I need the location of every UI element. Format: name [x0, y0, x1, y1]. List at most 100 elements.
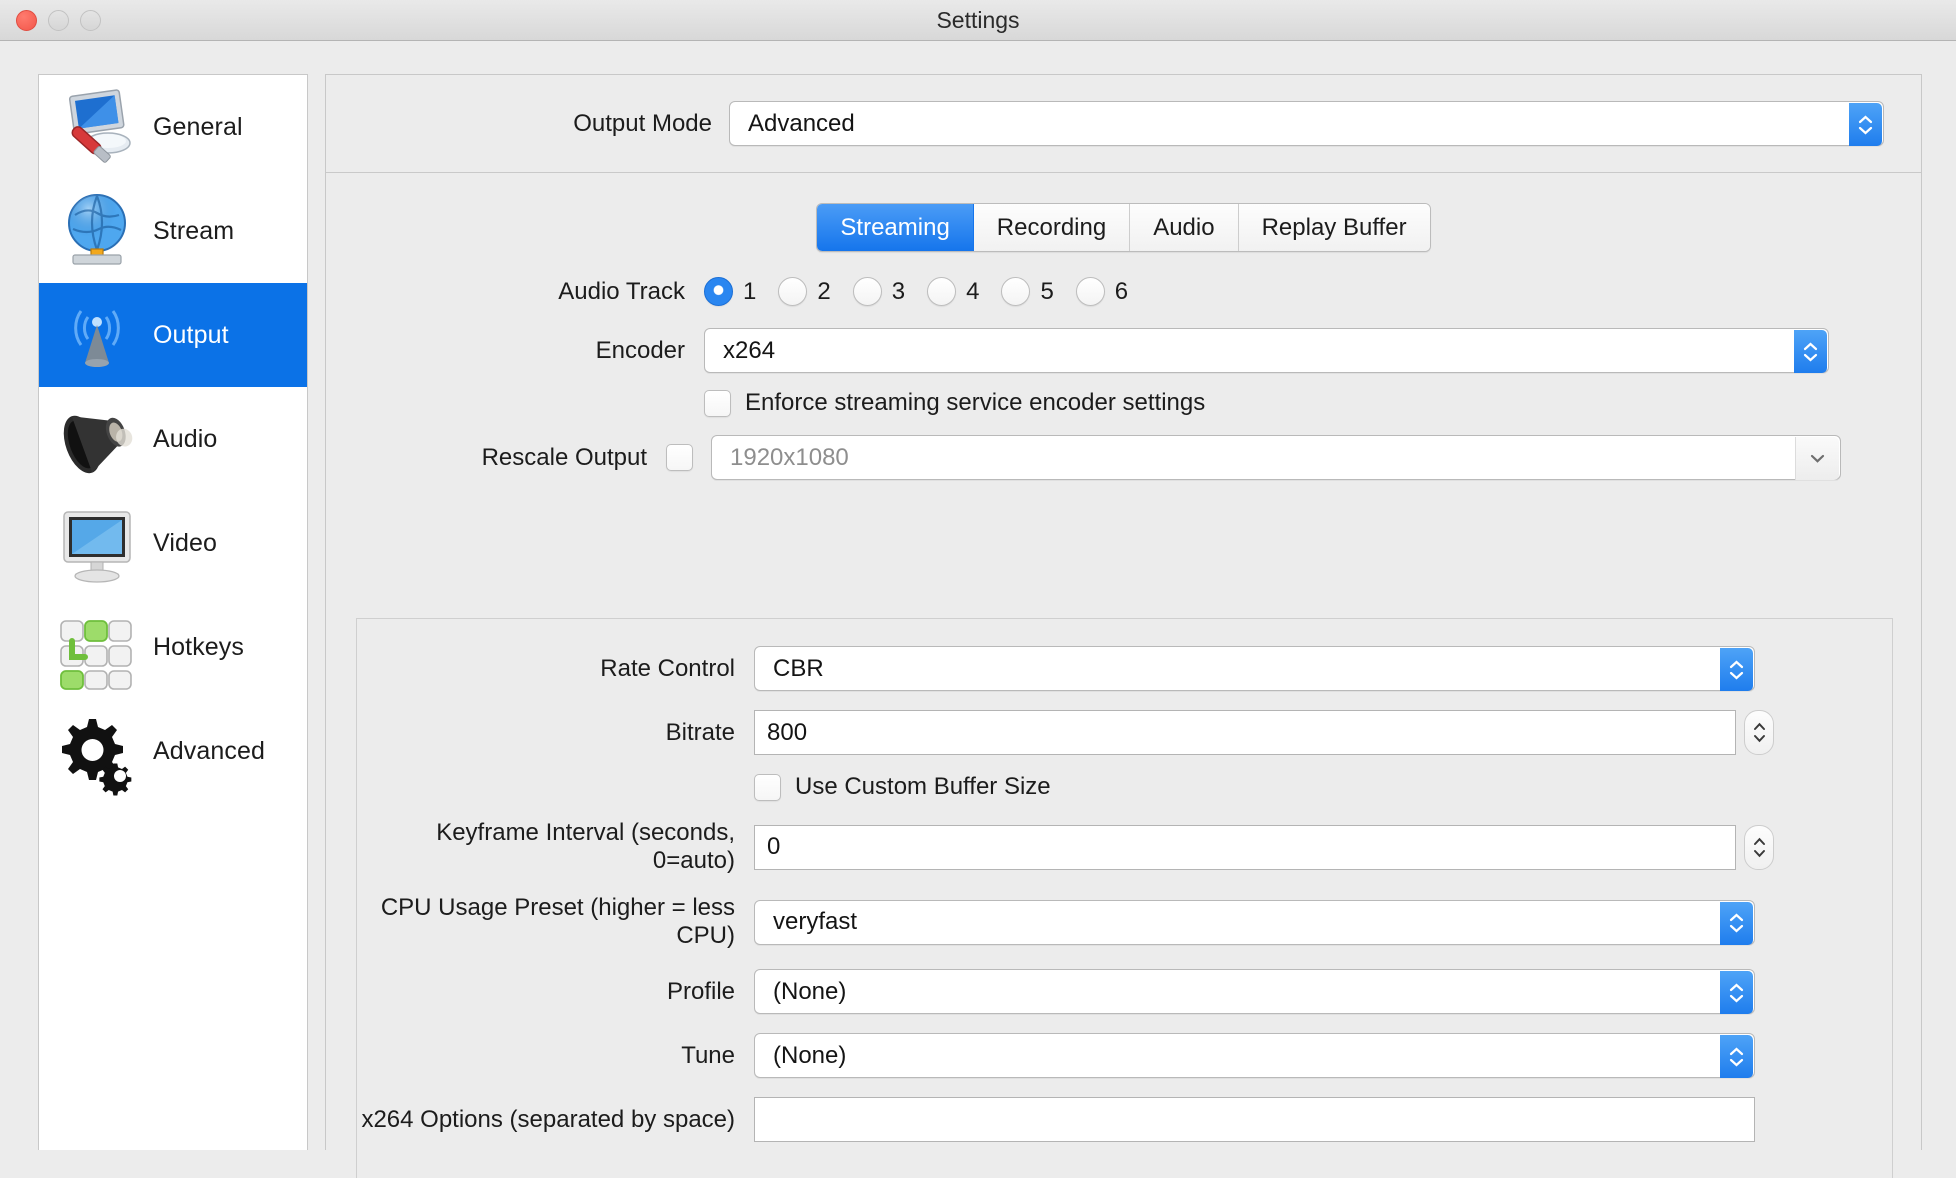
video-icon	[51, 497, 143, 589]
rescale-output-checkbox[interactable]	[666, 444, 693, 471]
rescale-output-value: 1920x1080	[730, 443, 849, 471]
keyframe-interval-label: Keyframe Interval (seconds, 0=auto)	[436, 819, 735, 874]
encoder-value: x264	[723, 336, 776, 364]
audio-track-radio-group: 1 2 3 4 5 6	[704, 277, 1150, 306]
keyframe-interval-input[interactable]: 0	[754, 824, 1736, 870]
sidebar-item-stream[interactable]: Stream	[39, 179, 307, 283]
profile-value: (None)	[773, 977, 847, 1005]
enforce-checkbox[interactable]	[704, 389, 731, 417]
sidebar-item-hotkeys[interactable]: Hotkeys	[39, 595, 307, 699]
cpu-preset-row: CPU Usage Preset (higher = less CPU) ver…	[357, 894, 1892, 950]
audio-track-label: Audio Track	[558, 277, 685, 305]
output-mode-row: Output Mode Advanced	[326, 75, 1921, 173]
sidebar-item-label-video: Video	[153, 528, 217, 557]
stream-icon	[51, 185, 143, 277]
rescale-output-select[interactable]: 1920x1080	[711, 435, 1841, 480]
sidebar-item-label-general: General	[153, 112, 243, 141]
sidebar-item-video[interactable]: Video	[39, 491, 307, 595]
x264-options-input[interactable]	[754, 1097, 1755, 1142]
audio-track-option-3-label: 3	[891, 277, 906, 305]
tune-select[interactable]: (None)	[754, 1033, 1755, 1078]
radio-icon[interactable]	[927, 277, 957, 306]
x264-options-row: x264 Options (separated by space)	[357, 1097, 1892, 1142]
keyframe-interval-value: 0	[767, 833, 781, 860]
tune-value: (None)	[773, 1041, 847, 1069]
encoder-label: Encoder	[595, 336, 685, 364]
sidebar-item-output[interactable]: Output	[39, 283, 307, 387]
general-icon	[51, 81, 143, 173]
radio-icon[interactable]	[778, 277, 808, 306]
tab-replay-buffer[interactable]: Replay Buffer	[1238, 204, 1430, 251]
sidebar-item-audio[interactable]: Audio	[39, 387, 307, 491]
output-tabbar: Streaming Recording Audio Replay Buffer	[326, 203, 1921, 252]
custom-buffer-checkbox[interactable]	[754, 773, 781, 801]
bitrate-value: 800	[767, 718, 808, 746]
output-mode-select[interactable]: Advanced	[729, 101, 1884, 146]
profile-select[interactable]: (None)	[754, 969, 1755, 1014]
encoder-settings-group: Rate Control CBR Bitrate 800 Use Custom …	[356, 618, 1893, 1178]
tune-row: Tune (None)	[357, 1033, 1892, 1078]
bitrate-stepper[interactable]	[1744, 710, 1774, 755]
audio-track-option-4-label: 4	[966, 277, 980, 305]
sidebar-item-general[interactable]: General	[39, 75, 307, 179]
chevron-updown-icon[interactable]	[1720, 971, 1753, 1014]
audio-track-option-6[interactable]: 6	[1075, 277, 1129, 306]
bitrate-label: Bitrate	[665, 718, 735, 746]
custom-buffer-row: Use Custom Buffer Size	[357, 773, 1892, 801]
rate-control-row: Rate Control CBR	[357, 646, 1892, 691]
cpu-preset-value: veryfast	[773, 908, 858, 935]
audio-track-option-3[interactable]: 3	[852, 277, 906, 306]
rate-control-label: Rate Control	[600, 654, 735, 682]
window-title: Settings	[936, 7, 1020, 33]
audio-track-row: Audio Track 1 2 3 4 5 6	[326, 277, 1921, 306]
audio-track-option-1-label: 1	[743, 277, 757, 305]
enforce-row: Enforce streaming service encoder settin…	[326, 389, 1921, 417]
sidebar-item-label-advanced: Advanced	[153, 736, 265, 765]
audio-track-option-6-label: 6	[1114, 277, 1129, 305]
chevron-down-icon[interactable]	[1795, 437, 1839, 480]
window-titlebar: Settings	[0, 0, 1956, 41]
radio-icon[interactable]	[704, 277, 733, 306]
output-icon	[51, 289, 143, 381]
keyframe-interval-stepper[interactable]	[1744, 824, 1774, 870]
rescale-output-label: Rescale Output	[481, 443, 647, 471]
chevron-updown-icon[interactable]	[1720, 648, 1753, 691]
keyframe-interval-row: Keyframe Interval (seconds, 0=auto) 0	[357, 819, 1892, 875]
sidebar-item-label-stream: Stream	[153, 216, 235, 245]
sidebar-item-label-hotkeys: Hotkeys	[153, 632, 245, 661]
enforce-label: Enforce streaming service encoder settin…	[745, 389, 1206, 416]
chevron-updown-icon[interactable]	[1720, 1035, 1753, 1078]
radio-icon[interactable]	[1001, 277, 1031, 306]
settings-sidebar: General Stream Output Audio Video Hotkey…	[38, 74, 308, 1150]
encoder-select[interactable]: x264	[704, 328, 1829, 373]
bitrate-row: Bitrate 800	[357, 710, 1892, 755]
tune-label: Tune	[681, 1041, 735, 1069]
chevron-updown-icon[interactable]	[1794, 330, 1827, 373]
bitrate-input[interactable]: 800	[754, 710, 1736, 755]
cpu-preset-label: CPU Usage Preset (higher = less CPU)	[380, 894, 735, 949]
rescale-output-row: Rescale Output 1920x1080	[326, 435, 1921, 480]
audio-track-option-5[interactable]: 5	[1001, 277, 1054, 306]
tab-recording[interactable]: Recording	[973, 204, 1131, 251]
radio-icon[interactable]	[1075, 277, 1105, 306]
encoder-row: Encoder x264	[326, 328, 1921, 373]
rate-control-value: CBR	[773, 654, 824, 682]
settings-main-panel: Output Mode Advanced Streaming Recording…	[325, 74, 1922, 1178]
profile-row: Profile (None)	[357, 969, 1892, 1014]
audio-icon	[51, 393, 143, 485]
chevron-updown-icon[interactable]	[1849, 103, 1882, 146]
output-mode-value: Advanced	[748, 109, 855, 137]
sidebar-item-advanced[interactable]: Advanced	[39, 699, 307, 803]
profile-label: Profile	[666, 977, 735, 1005]
rate-control-select[interactable]: CBR	[754, 646, 1755, 691]
audio-track-option-1[interactable]: 1	[704, 277, 756, 306]
tab-audio[interactable]: Audio	[1130, 204, 1239, 251]
audio-track-option-2[interactable]: 2	[778, 277, 831, 306]
cpu-preset-select[interactable]: veryfast	[754, 899, 1755, 945]
audio-track-option-4[interactable]: 4	[927, 277, 979, 306]
advanced-icon	[51, 705, 143, 797]
tab-streaming[interactable]: Streaming	[817, 204, 974, 251]
audio-track-option-2-label: 2	[817, 277, 831, 305]
chevron-updown-icon[interactable]	[1720, 901, 1753, 945]
radio-icon[interactable]	[852, 277, 882, 306]
